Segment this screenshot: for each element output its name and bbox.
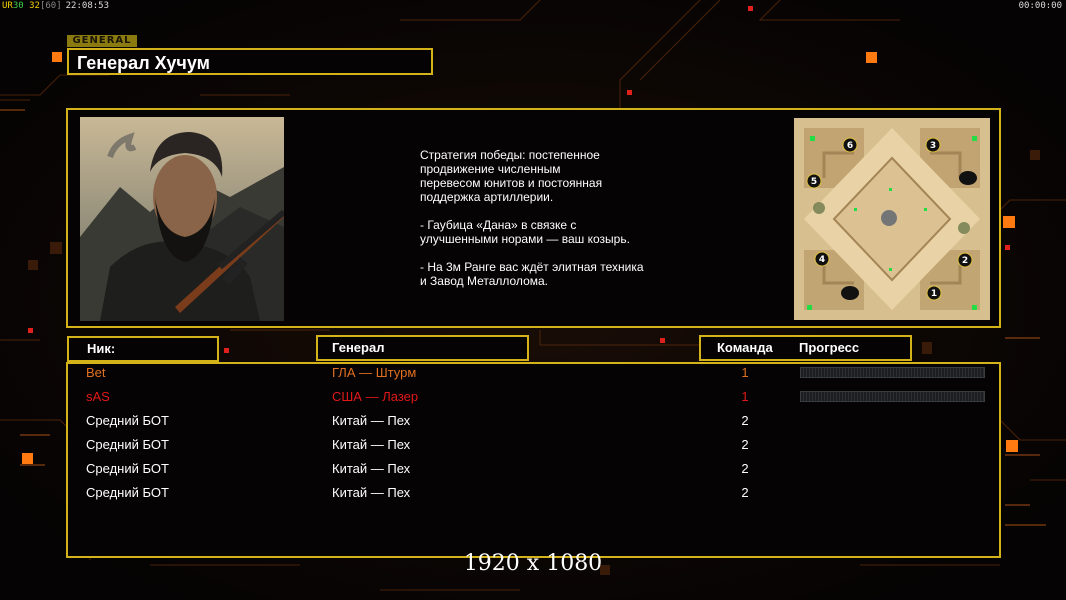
player-team: 2 <box>741 461 749 476</box>
player-team: 1 <box>741 365 749 380</box>
resolution-label: 1920 x 1080 <box>463 551 603 576</box>
team-header-label: Команда <box>717 340 773 355</box>
general-header-label: Генерал <box>332 340 385 355</box>
nick-column-header: Ник: <box>67 336 219 362</box>
general-portrait <box>80 117 284 321</box>
player-nick: Средний БОТ <box>86 437 169 452</box>
svg-text:2: 2 <box>962 256 968 266</box>
svg-text:4: 4 <box>819 255 825 265</box>
svg-text:5: 5 <box>811 177 817 187</box>
player-team: 2 <box>741 437 749 452</box>
player-nick: Средний БОТ <box>86 413 169 428</box>
player-general: Китай — Пех <box>332 461 411 476</box>
player-nick: Средний БОТ <box>86 461 169 476</box>
map-preview[interactable]: 6 3 5 4 2 1 <box>794 118 990 320</box>
fps-limit: [60] <box>39 1 62 11</box>
fps-value-b: 32 <box>29 1 40 11</box>
general-tag: GENERAL <box>67 35 137 47</box>
player-general: Китай — Пех <box>332 437 411 452</box>
player-general: Китай — Пех <box>332 485 411 500</box>
player-general: ГЛА — Штурм <box>332 365 417 380</box>
svg-text:6: 6 <box>847 141 853 151</box>
ur-label: UR <box>2 1 13 11</box>
player-team: 1 <box>741 389 749 404</box>
player-general: США — Лазер <box>332 389 419 404</box>
general-description: Стратегия победы: постепенное продвижени… <box>420 148 644 288</box>
general-column-header: Генерал <box>316 335 529 361</box>
player-progress-bar <box>800 391 985 402</box>
player-team: 2 <box>741 485 749 500</box>
player-nick: Bet <box>86 365 106 380</box>
nick-header-label: Ник: <box>87 341 116 356</box>
player-row[interactable]: Средний БОТ Китай — Пех 2 <box>0 457 1066 481</box>
fps-readout: UR30 32[60] 22:08:53 <box>2 0 109 12</box>
player-team: 2 <box>741 413 749 428</box>
team-progress-header: Команда Прогресс <box>699 335 912 361</box>
player-row[interactable]: Средний БОТ Китай — Пех 2 <box>0 409 1066 433</box>
player-row[interactable]: Средний БОТ Китай — Пех 2 <box>0 433 1066 457</box>
player-nick: Средний БОТ <box>86 485 169 500</box>
clock: 22:08:53 <box>65 1 109 11</box>
player-general: Китай — Пех <box>332 413 411 428</box>
player-row[interactable]: sAS США — Лазер 1 <box>0 385 1066 409</box>
player-nick: sAS <box>86 389 110 404</box>
svg-text:1: 1 <box>931 289 937 299</box>
general-title: Генерал Хучум <box>77 53 210 73</box>
fps-value-a: 30 <box>12 1 24 11</box>
debug-bar: UR30 32[60] 22:08:53 00:00:00 <box>0 0 1066 12</box>
player-row[interactable]: Средний БОТ Китай — Пех 2 <box>0 481 1066 505</box>
game-timer: 00:00:00 <box>1018 1 1062 11</box>
general-title-box: Генерал Хучум <box>67 48 433 75</box>
progress-header-label: Прогресс <box>799 340 860 355</box>
player-row[interactable]: Bet ГЛА — Штурм 1 <box>0 361 1066 385</box>
player-progress-bar <box>800 367 985 378</box>
svg-text:3: 3 <box>930 141 936 151</box>
